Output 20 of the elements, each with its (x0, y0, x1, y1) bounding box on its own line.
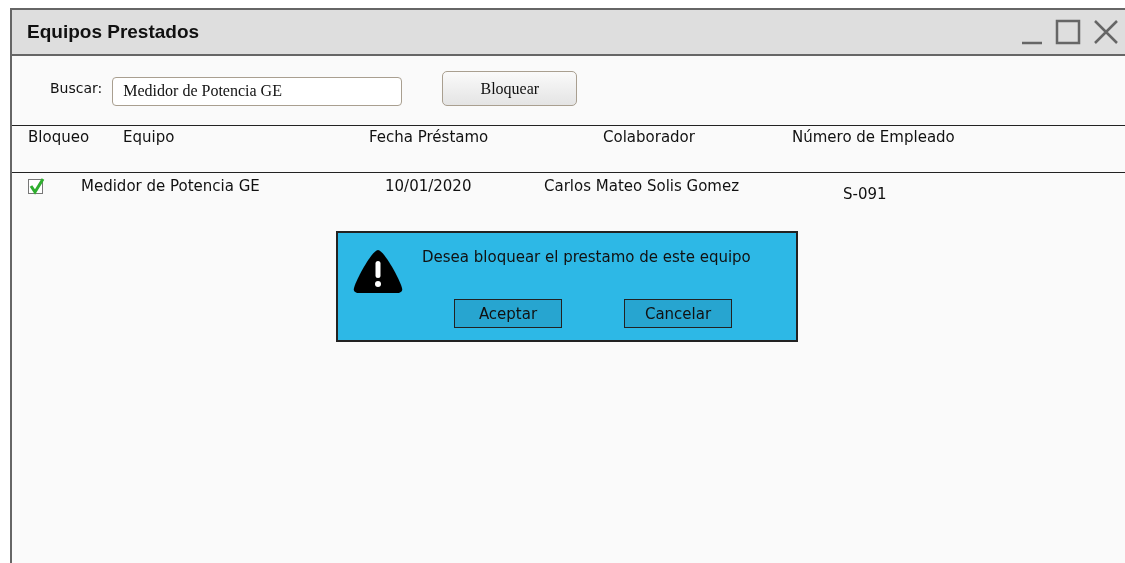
accept-button[interactable]: Aceptar (454, 299, 562, 328)
block-button[interactable]: Bloquear (442, 71, 578, 106)
maximize-icon[interactable] (1055, 19, 1081, 45)
column-header: Fecha Préstamo (369, 128, 489, 148)
warning-icon (352, 248, 404, 294)
column-header: Equipo (123, 128, 175, 148)
column-header: Colaborador (603, 128, 695, 148)
date-cell-text: 10/01/2020 (385, 177, 472, 197)
search-label: Buscar: (50, 79, 103, 96)
employee-number-cell: S-091 (843, 185, 887, 203)
search-field[interactable]: Medidor de Potencia GE (112, 77, 403, 106)
employee-name-cell-text: Carlos Mateo Solis Gomez (544, 177, 740, 197)
dialog-message: Desea bloquear el prestamo de este equipo (422, 248, 751, 266)
cancel-button[interactable]: Cancelar (624, 299, 732, 328)
column-header: Número de Empleado (792, 128, 955, 148)
close-icon[interactable] (1093, 19, 1119, 45)
equipment-cell-text: Medidor de Potencia GE (81, 177, 260, 197)
column-header: Bloqueo (28, 128, 90, 148)
window-title: Equipos Prestados (27, 21, 200, 43)
checkbox[interactable] (28, 179, 43, 194)
